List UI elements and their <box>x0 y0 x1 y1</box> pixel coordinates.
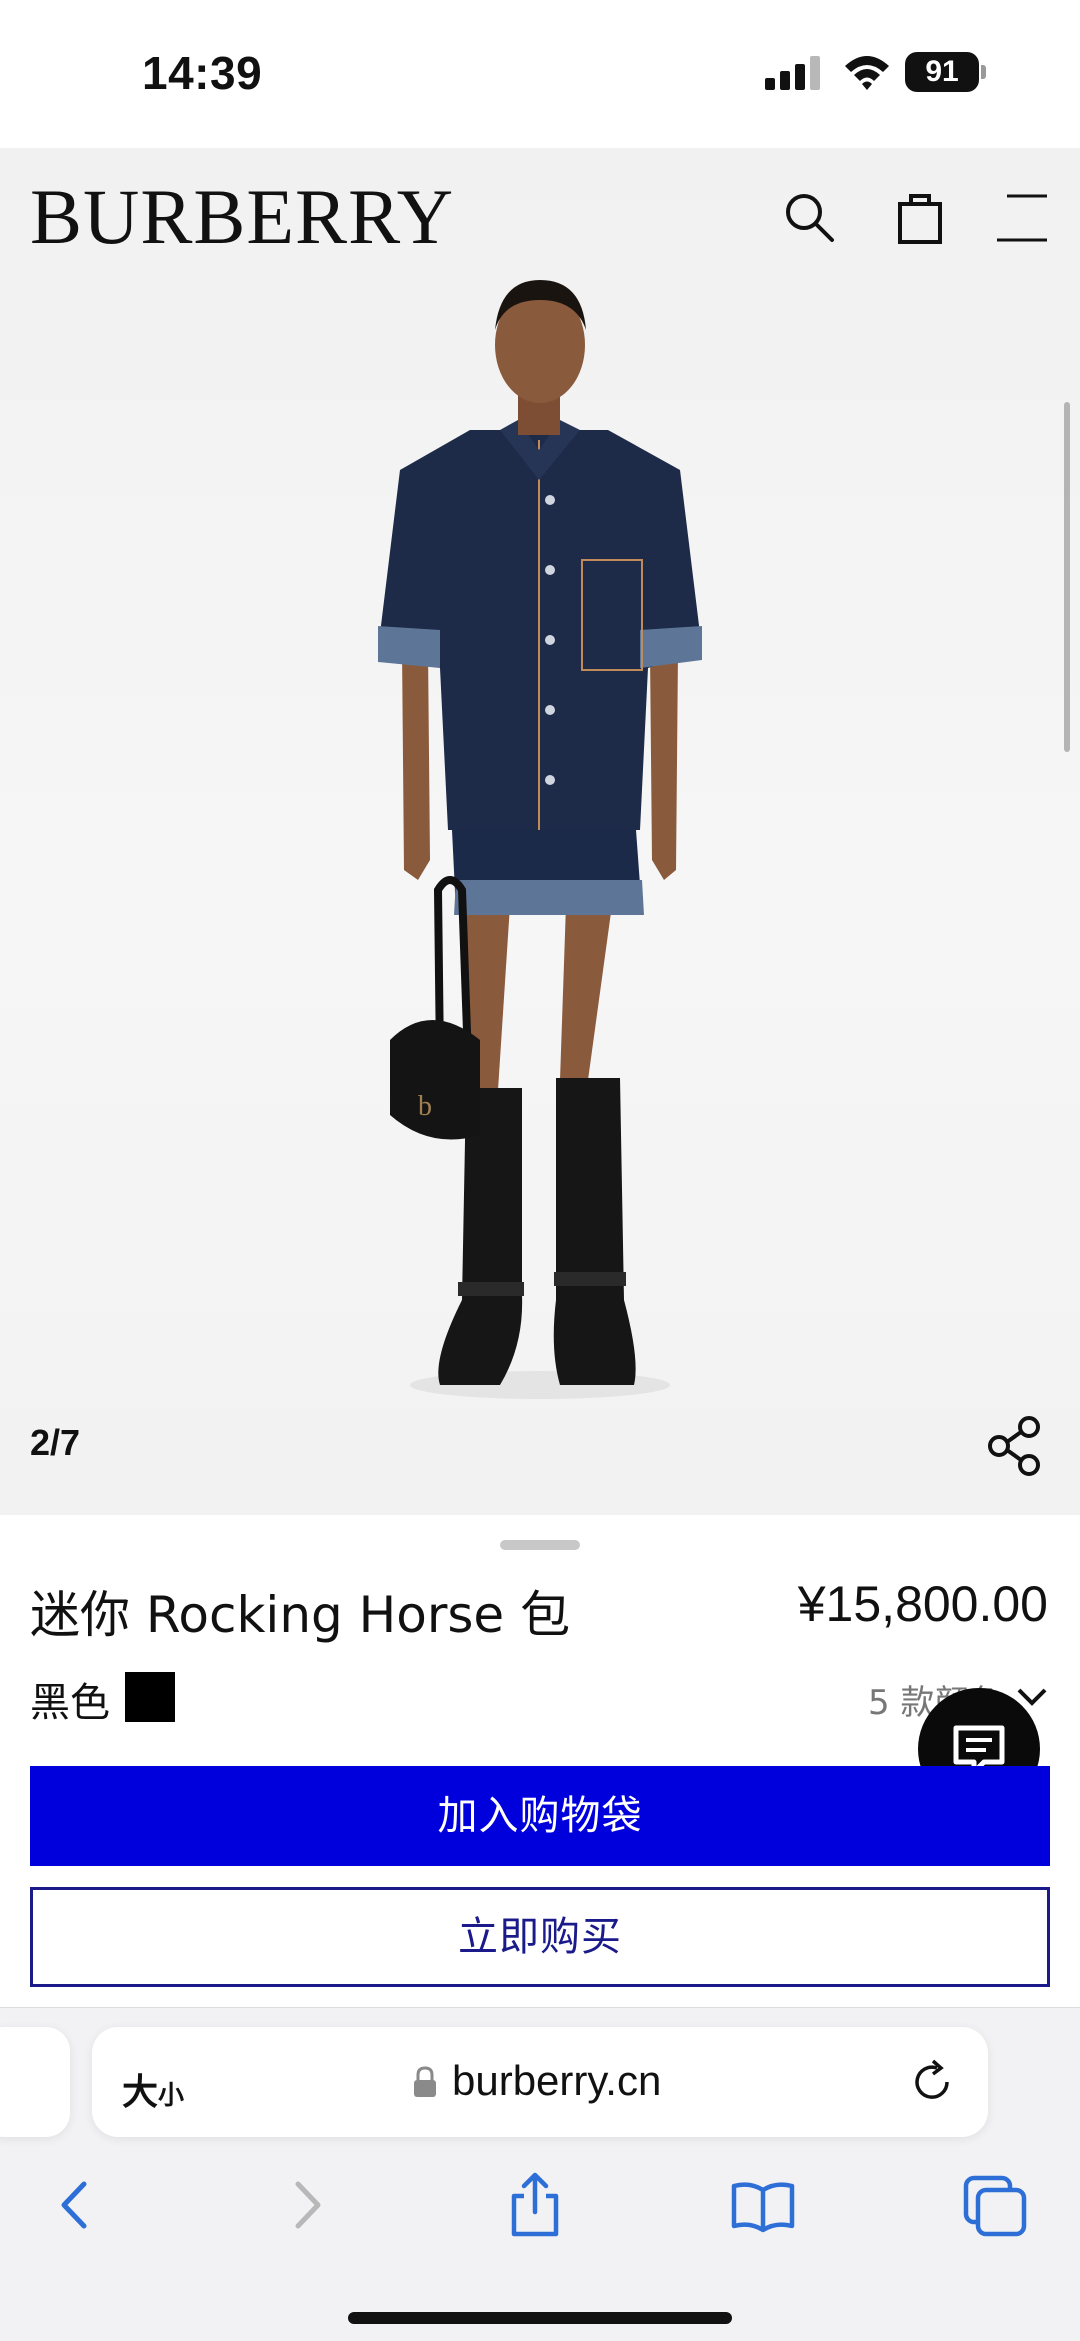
address-bar[interactable]: 大小 burberry.cn <box>92 2027 988 2137</box>
lock-icon <box>414 2066 436 2097</box>
product-price: ¥15,800.00 <box>797 1576 1048 1632</box>
battery-level: 91 <box>905 52 979 92</box>
reload-icon[interactable] <box>907 2057 957 2107</box>
previous-tab-preview[interactable] <box>0 2027 70 2137</box>
product-name: 迷你 Rocking Horse 包 <box>30 1586 571 1644</box>
image-counter: 2/7 <box>30 1422 81 1463</box>
share-page-icon[interactable] <box>500 2170 570 2240</box>
text-size-small: 小 <box>158 2081 185 2111</box>
color-swatch[interactable] <box>125 1672 175 1722</box>
shopping-bag-icon[interactable] <box>890 188 950 248</box>
buy-now-button[interactable]: 立即购买 <box>30 1887 1050 1987</box>
battery-indicator: 91 <box>905 52 986 92</box>
forward-icon[interactable] <box>272 2170 342 2240</box>
home-indicator <box>348 2312 732 2324</box>
bookmarks-icon[interactable] <box>728 2170 798 2240</box>
text-size-large: 大 <box>122 2072 159 2113</box>
add-to-bag-button[interactable]: 加入购物袋 <box>30 1766 1050 1866</box>
model-photo: b <box>378 280 702 1399</box>
tabs-icon[interactable] <box>960 2170 1030 2240</box>
cellular-signal-icon <box>765 56 820 90</box>
status-bar: 14:39 91 <box>0 0 1080 148</box>
text-size-button[interactable]: 大小 <box>122 2063 184 2115</box>
share-icon[interactable] <box>985 1415 1045 1477</box>
scrollbar[interactable] <box>1064 402 1070 752</box>
svg-text:b: b <box>418 1091 432 1122</box>
site-header: BURBERRY <box>0 148 1080 288</box>
battery-nub <box>981 65 986 79</box>
brand-logo[interactable]: BURBERRY <box>30 178 454 256</box>
product-image[interactable]: b <box>0 148 1080 1515</box>
url-text[interactable]: burberry.cn <box>452 2057 661 2105</box>
color-name: 黑色 <box>30 1680 110 1726</box>
sheet-drag-handle[interactable] <box>500 1540 580 1550</box>
back-icon[interactable] <box>40 2170 110 2240</box>
menu-icon[interactable] <box>995 188 1055 248</box>
status-time: 14:39 <box>142 47 263 99</box>
wifi-icon <box>845 56 889 90</box>
search-icon[interactable] <box>780 188 840 248</box>
